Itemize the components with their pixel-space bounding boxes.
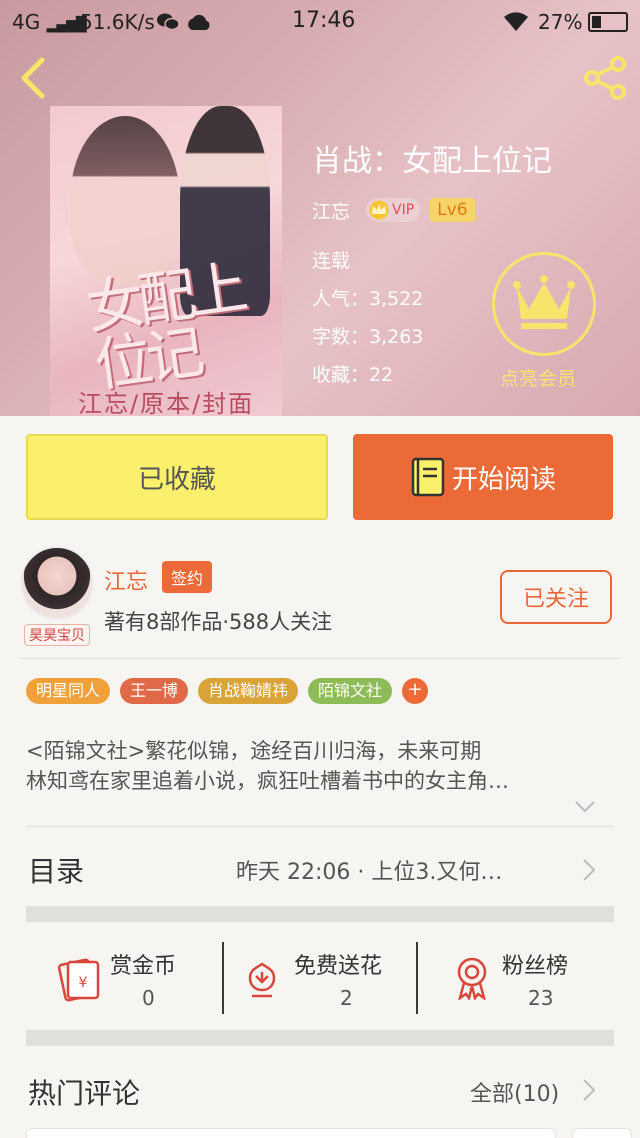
member-button[interactable] — [492, 252, 596, 356]
intro-line: 林知鸢在家里追着小说，疯狂吐槽着书中的女主角… — [26, 769, 509, 793]
section-separator — [26, 1030, 614, 1046]
book-favorites: 收藏：22 — [312, 364, 394, 386]
cloud-icon — [188, 14, 210, 30]
crown-icon — [513, 275, 575, 329]
toc-label[interactable]: 目录 — [28, 850, 84, 890]
chevron-right-icon[interactable] — [582, 1078, 596, 1102]
share-icon[interactable] — [580, 54, 630, 102]
cover-figure-female — [70, 116, 180, 286]
favorite-button[interactable]: 已收藏 — [26, 434, 328, 520]
flower-icon — [248, 962, 276, 998]
book-author[interactable]: 江忘 — [312, 197, 350, 224]
book-author-row: 江忘 VIP Lv6 — [312, 196, 475, 224]
section-separator — [26, 906, 614, 922]
comment-card[interactable] — [572, 1128, 632, 1138]
free-flower-item[interactable]: 免费送花 2 — [242, 942, 412, 1014]
author-avatar[interactable] — [20, 546, 94, 620]
book-cover[interactable]: 女配上位记 江忘/原本/封面 — [50, 106, 282, 416]
author-stats: 著有8部作品·588人关注 — [104, 610, 333, 634]
book-icon — [411, 457, 445, 497]
toc-latest-chapter[interactable]: 昨天 22:06 · 上位3.又何… — [236, 854, 502, 886]
chevron-down-icon[interactable] — [574, 800, 596, 814]
tag-item[interactable]: 王一博 — [120, 678, 189, 704]
divider — [222, 942, 224, 1014]
author-name[interactable]: 江忘 — [104, 564, 148, 596]
stat-value: 0 — [142, 986, 155, 1010]
red-envelope-icon: ¥ — [57, 958, 100, 1002]
all-comments-link[interactable]: 全部(10) — [470, 1076, 559, 1108]
wechat-icon — [157, 13, 180, 31]
book-status: 连载 — [312, 250, 351, 272]
tag-item[interactable]: 明星同人 — [26, 678, 111, 704]
back-icon[interactable] — [14, 56, 54, 100]
reward-coins-item[interactable]: ¥ 赏金币 0 — [56, 942, 206, 1014]
divider — [20, 658, 620, 659]
book-popularity: 人气：3,522 — [312, 288, 424, 310]
book-word-count: 字数：3,263 — [312, 326, 424, 348]
status-bar: 4G ▂▄▆█ 51.6K/s 17:46 27% — [0, 0, 640, 42]
stat-label: 免费送花 — [294, 954, 383, 979]
battery-icon — [588, 12, 628, 32]
network-speed: 51.6K/s — [80, 10, 155, 34]
divider — [416, 942, 418, 1014]
stat-label: 粉丝榜 — [502, 954, 569, 979]
clock: 17:46 — [292, 8, 356, 33]
stat-value: 2 — [340, 986, 353, 1010]
fan-ranking-item[interactable]: 粉丝榜 23 — [452, 942, 592, 1014]
vip-badge: VIP — [366, 198, 421, 222]
chevron-right-icon[interactable] — [582, 858, 596, 882]
intro-line: <陌锦文社>繁花似锦，途经百川归海，未来可期 — [26, 739, 482, 763]
medal-icon — [457, 957, 487, 1000]
svg-text:¥: ¥ — [79, 975, 88, 991]
network-indicator: 4G ▂▄▆█ — [12, 10, 87, 34]
signed-badge: 签约 — [162, 561, 213, 593]
tag-item[interactable]: 肖战鞠婧祎 — [198, 678, 299, 704]
tag-item[interactable]: 陌锦文社 — [308, 678, 393, 704]
crown-icon — [369, 200, 389, 220]
wifi-icon — [504, 12, 528, 31]
cover-title-art: 女配上位记 — [82, 253, 247, 400]
level-badge: Lv6 — [430, 198, 475, 222]
stat-value: 23 — [528, 986, 554, 1010]
book-intro[interactable]: <陌锦文社>繁花似锦，途经百川归海，未来可期 林知鸢在家里追着小说，疯狂吐槽着书… — [26, 736, 606, 796]
add-tag-button[interactable]: + — [402, 678, 429, 704]
hot-comments-title: 热门评论 — [28, 1077, 141, 1110]
book-title: 肖战：女配上位记 — [312, 144, 552, 179]
avatar-badge: 昊昊宝贝 — [24, 624, 90, 646]
cover-authors: 江忘/原本/封面 — [78, 390, 255, 416]
start-reading-label: 开始阅读 — [451, 464, 556, 495]
stat-label: 赏金币 — [110, 954, 177, 979]
battery-percent: 27% — [538, 10, 583, 34]
tag-list: 明星同人 王一博 肖战鞠婧祎 陌锦文社 + — [26, 678, 429, 704]
divider — [26, 826, 614, 827]
start-reading-button[interactable]: 开始阅读 — [353, 434, 613, 520]
member-label[interactable]: 点亮会员 — [500, 364, 576, 391]
follow-button[interactable]: 已关注 — [500, 570, 612, 624]
comment-card[interactable] — [26, 1128, 556, 1138]
